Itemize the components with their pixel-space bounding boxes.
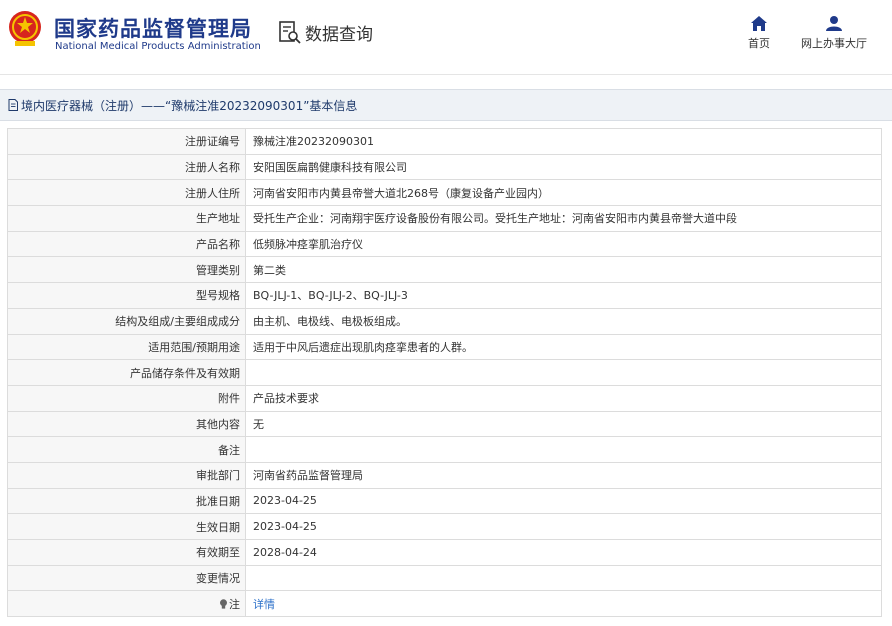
document-search-icon (279, 20, 301, 44)
table-row: 注册人名称 安阳国医扁鹊健康科技有限公司 (7, 153, 882, 181)
row-value: BQ-JLJ-1、BQ-JLJ-2、BQ-JLJ-3 (245, 282, 882, 309)
home-icon (751, 16, 767, 31)
site-title-cn: 国家药品监督管理局 (54, 17, 252, 41)
detail-table-container: 注册证编号 豫械注准20232090301 注册人名称 安阳国医扁鹊健康科技有限公司… (7, 128, 882, 618)
row-value: 适用于中风后遗症出现肌肉痉挛患者的人群。 (245, 333, 882, 361)
row-label: 变更情况 (7, 564, 246, 592)
row-label: 生产地址 (7, 205, 246, 232)
breadcrumb: 境内医疗器械（注册）——“豫械注准20232090301”基本信息 (0, 89, 892, 121)
table-row: 审批部门 河南省药品监督管理局 (7, 461, 882, 489)
row-value: 产品技术要求 (245, 384, 882, 412)
table-row: 变更情况 (7, 564, 882, 592)
row-value: 豫械注准20232090301 (245, 128, 882, 155)
row-label: 有效期至 (7, 539, 246, 566)
row-value (245, 564, 882, 592)
nav-online-office-label: 网上办事大厅 (801, 37, 867, 50)
table-row: 生产地址 受托生产企业：河南翔宇医疗设备股份有限公司。受托生产地址：河南省安阳市内… (7, 205, 882, 232)
row-label: 备注 (7, 436, 246, 463)
user-icon (826, 16, 842, 31)
row-label: 其他内容 (7, 410, 246, 438)
row-label: 型号规格 (7, 282, 246, 309)
row-label: 适用范围/预期用途 (7, 333, 246, 361)
table-row: 其他内容无 (7, 410, 882, 438)
row-label: 注册证编号 (7, 128, 246, 155)
details-link[interactable]: 详情 (253, 598, 275, 611)
row-value: 由主机、电极线、电极板组成。 (245, 307, 882, 335)
row-label: 注册人名称 (7, 153, 246, 181)
row-value (245, 436, 882, 463)
row-value: 第二类 (245, 256, 882, 284)
row-label: 生效日期 (7, 513, 246, 540)
row-label: 结构及组成/主要组成成分 (7, 307, 246, 335)
table-row: 产品名称 低频脉冲痉挛肌治疗仪 (7, 230, 882, 258)
row-value: 2023-04-25 (245, 513, 882, 540)
row-value: 河南省药品监督管理局 (245, 461, 882, 489)
row-value: 河南省安阳市内黄县帝誉大道北268号（康复设备产业园内） (245, 179, 882, 207)
table-row-note: 注 详情 (7, 590, 882, 618)
row-label: 产品名称 (7, 230, 246, 258)
nav-home[interactable]: 首页 (744, 16, 774, 51)
row-value (245, 359, 882, 386)
row-value: 受托生产企业：河南翔宇医疗设备股份有限公司。受托生产地址：河南省安阳市内黄县帝誉… (245, 205, 882, 232)
nav-home-label: 首页 (748, 37, 770, 50)
data-query-link[interactable]: 数据查询 (279, 20, 373, 45)
note-value-cell: 详情 (245, 590, 882, 618)
data-query-label: 数据查询 (305, 25, 373, 45)
note-label-cell: 注 (7, 590, 246, 618)
detail-table: 注册证编号 豫械注准20232090301 注册人名称 安阳国医扁鹊健康科技有限公司… (7, 128, 882, 618)
row-value: 安阳国医扁鹊健康科技有限公司 (245, 153, 882, 181)
national-emblem-icon (9, 11, 41, 46)
table-row: 批准日期 2023-04-25 (7, 487, 882, 515)
table-row: 注册证编号 豫械注准20232090301 (7, 128, 882, 155)
row-value: 2023-04-25 (245, 487, 882, 515)
site-header: 国家药品监督管理局 National Medical Products Admi… (0, 0, 892, 75)
note-label: 注 (229, 597, 240, 611)
site-title-en: National Medical Products Administration (55, 41, 261, 52)
table-row: 生效日期 2023-04-25 (7, 513, 882, 540)
row-value: 无 (245, 410, 882, 438)
row-label: 审批部门 (7, 461, 246, 489)
row-value: 低频脉冲痉挛肌治疗仪 (245, 230, 882, 258)
table-row: 管理类别 第二类 (7, 256, 882, 284)
table-row: 适用范围/预期用途 适用于中风后遗症出现肌肉痉挛患者的人群。 (7, 333, 882, 361)
row-value: 2028-04-24 (245, 539, 882, 566)
row-label: 产品储存条件及有效期 (7, 359, 246, 386)
table-row: 结构及组成/主要组成成分 由主机、电极线、电极板组成。 (7, 307, 882, 335)
table-row: 有效期至 2028-04-24 (7, 539, 882, 566)
table-row: 注册人住所 河南省安阳市内黄县帝誉大道北268号（康复设备产业园内） (7, 179, 882, 207)
document-icon (8, 99, 18, 111)
table-row: 附件 产品技术要求 (7, 384, 882, 412)
nav-online-office[interactable]: 网上办事大厅 (800, 16, 868, 51)
table-row: 型号规格 BQ-JLJ-1、BQ-JLJ-2、BQ-JLJ-3 (7, 282, 882, 309)
row-label: 管理类别 (7, 256, 246, 284)
row-label: 附件 (7, 384, 246, 412)
table-row: 产品储存条件及有效期 (7, 359, 882, 386)
lightbulb-icon (220, 599, 227, 609)
table-row: 备注 (7, 436, 882, 463)
breadcrumb-text: 境内医疗器械（注册）——“豫械注准20232090301”基本信息 (21, 98, 358, 113)
row-label: 批准日期 (7, 487, 246, 515)
row-label: 注册人住所 (7, 179, 246, 207)
